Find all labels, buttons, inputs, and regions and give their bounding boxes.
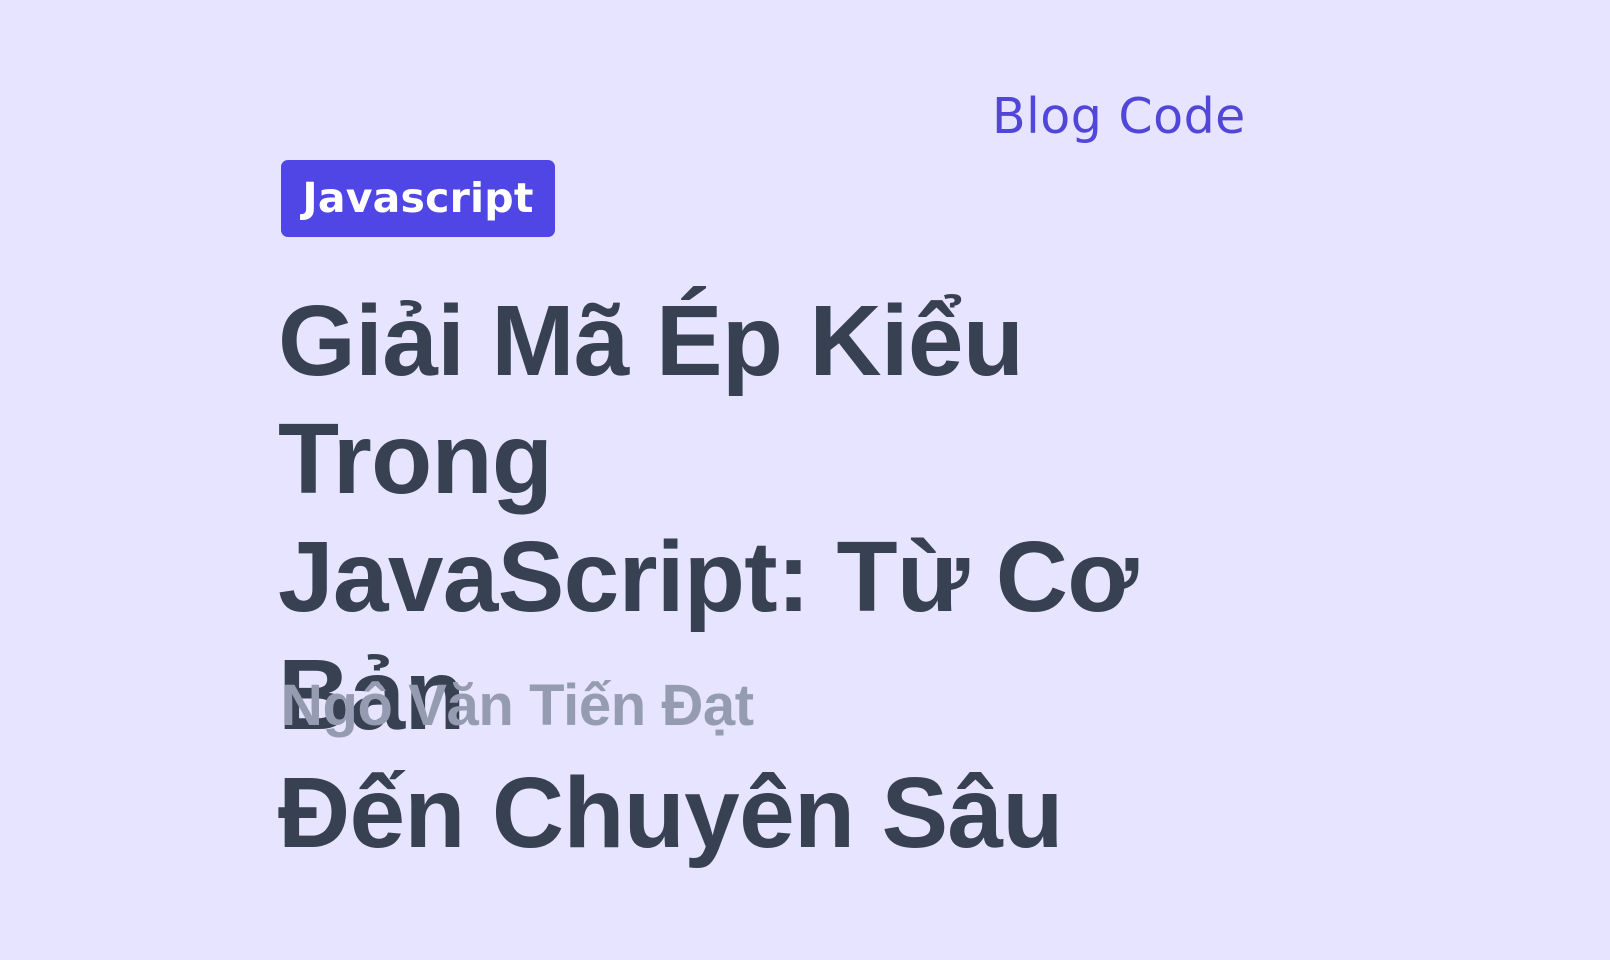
blog-cover: Blog Code Javascript Giải Mã Ép Kiểu Tro… — [0, 0, 1610, 960]
post-title: Giải Mã Ép Kiểu Trong JavaScript: Từ Cơ … — [278, 285, 1138, 869]
author-name: Ngô Văn Tiến Đạt — [281, 673, 754, 738]
brand-name: Blog Code — [992, 88, 1246, 145]
category-badge: Javascript — [281, 160, 555, 237]
